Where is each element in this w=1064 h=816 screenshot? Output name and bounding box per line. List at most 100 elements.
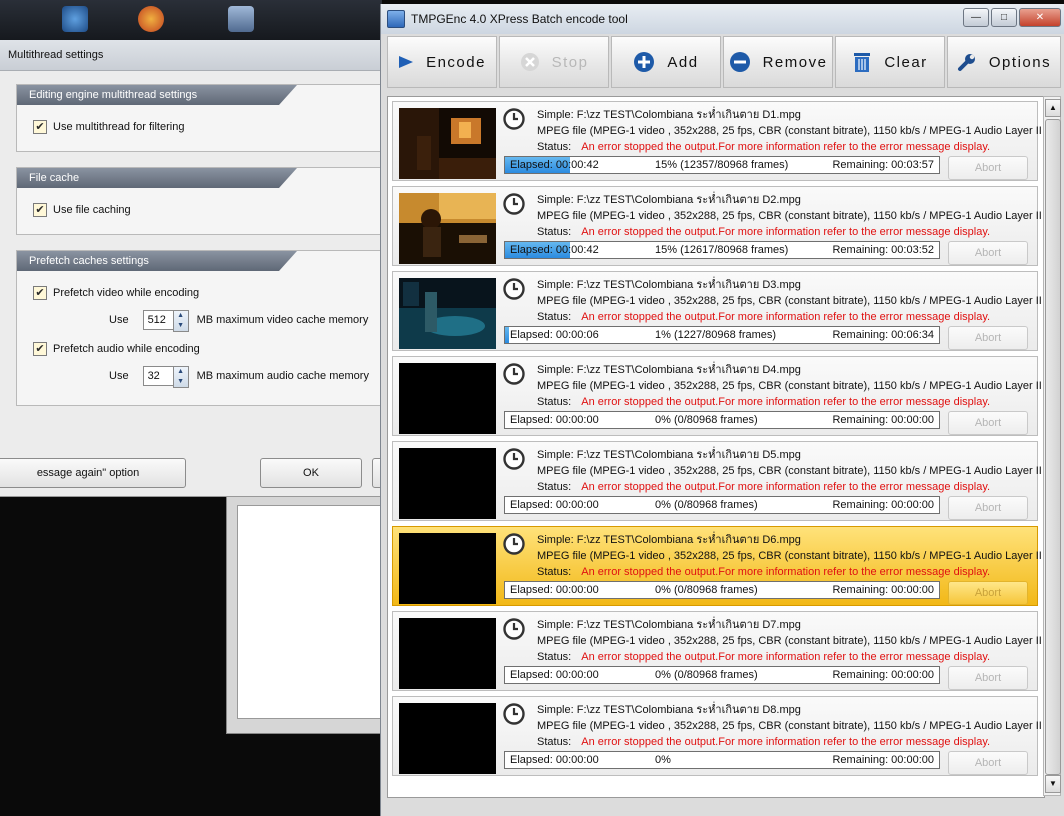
spinner-value[interactable]: 512 <box>148 314 166 326</box>
remove-button[interactable]: Remove <box>723 36 833 88</box>
window-title: TMPGEnc 4.0 XPress Batch encode tool <box>411 12 628 26</box>
job-row[interactable]: Simple: F:\zz TEST\Colombiana ระห่ำเกินต… <box>392 441 1042 521</box>
job-row[interactable]: Simple: F:\zz TEST\Colombiana ระห่ำเกินต… <box>392 696 1042 776</box>
use-file-caching-checkbox[interactable]: Use file caching <box>33 202 131 218</box>
trash-icon <box>852 51 872 73</box>
abort-button[interactable]: Abort <box>948 156 1028 180</box>
elapsed-time: Elapsed: 00:00:00 <box>510 584 599 596</box>
scrollbar-thumb[interactable] <box>1045 119 1061 775</box>
job-row[interactable]: Simple: F:\zz TEST\Colombiana ระห่ำเกินต… <box>392 356 1042 436</box>
job-format-details: MPEG file (MPEG-1 video , 352x288, 25 fp… <box>537 125 1042 137</box>
job-title: Simple: F:\zz TEST\Colombiana ระห่ำเกินต… <box>537 619 801 631</box>
status-message: An error stopped the output.For more inf… <box>581 311 991 323</box>
multithread-settings-dialog: Multithread settings Editing engine mult… <box>0 40 394 497</box>
job-status-line: Status: An error stopped the output.For m… <box>537 139 1037 155</box>
video-cache-spinner[interactable]: 512 ▲ ▼ <box>142 310 189 332</box>
options-button[interactable]: Options <box>947 36 1061 88</box>
clock-icon <box>503 448 525 470</box>
scroll-up-icon[interactable]: ▲ <box>1045 99 1061 117</box>
taskbar-app-icon[interactable] <box>62 6 88 32</box>
abort-button[interactable]: Abort <box>948 496 1028 520</box>
ok-button[interactable]: OK <box>260 458 362 488</box>
job-row[interactable]: Simple: F:\zz TEST\Colombiana ระห่ำเกินต… <box>392 271 1042 351</box>
progress-percent: 0% (0/80968 frames) <box>655 499 758 511</box>
background-window-content <box>237 505 385 719</box>
use-label: Use <box>109 370 129 382</box>
checkbox-checked-icon[interactable] <box>33 286 47 300</box>
scroll-down-icon[interactable]: ▼ <box>1045 775 1061 793</box>
spin-down-icon[interactable]: ▼ <box>174 321 188 331</box>
spinner-buttons[interactable]: ▲ ▼ <box>172 366 189 388</box>
status-label: Status: <box>537 226 572 238</box>
taskbar-app-icon[interactable] <box>228 6 254 32</box>
abort-button[interactable]: Abort <box>948 581 1028 605</box>
video-thumbnail <box>399 533 496 604</box>
job-title: Simple: F:\zz TEST\Colombiana ระห่ำเกินต… <box>537 194 801 206</box>
job-row[interactable]: Simple: F:\zz TEST\Colombiana ระห่ำเกินต… <box>392 186 1042 266</box>
progress-fill <box>505 327 510 343</box>
checkbox-label: Use multithread for filtering <box>53 121 185 133</box>
checkbox-checked-icon[interactable] <box>33 203 47 217</box>
abort-button[interactable]: Abort <box>948 666 1028 690</box>
close-icon[interactable]: ✕ <box>1019 8 1061 27</box>
progress-bar: Elapsed: 00:00:00 0% (0/80968 frames) Rema… <box>504 496 940 514</box>
job-row[interactable]: Simple: F:\zz TEST\Colombiana ระห่ำเกินต… <box>392 101 1042 181</box>
clock-icon <box>503 363 525 385</box>
add-button[interactable]: Add <box>611 36 721 88</box>
remaining-time: Remaining: 00:00:00 <box>832 754 934 766</box>
spin-down-icon[interactable]: ▼ <box>174 377 188 387</box>
job-format-details: MPEG file (MPEG-1 video , 352x288, 25 fp… <box>537 550 1042 562</box>
abort-button[interactable]: Abort <box>948 241 1028 265</box>
job-status-line: Status: An error stopped the output.For m… <box>537 479 1037 495</box>
video-thumbnail <box>399 618 496 689</box>
elapsed-time: Elapsed: 00:00:00 <box>510 499 599 511</box>
remaining-time: Remaining: 00:00:00 <box>832 414 934 426</box>
group-header: Editing engine multithread settings <box>17 85 297 105</box>
job-row[interactable]: Simple: F:\zz TEST\Colombiana ระห่ำเกินต… <box>392 526 1042 606</box>
progress-percent: 15% (12357/80968 frames) <box>655 159 789 171</box>
job-format-details: MPEG file (MPEG-1 video , 352x288, 25 fp… <box>537 635 1042 647</box>
spin-up-icon[interactable]: ▲ <box>174 311 188 321</box>
maximize-icon[interactable]: □ <box>991 8 1017 27</box>
job-format-details: MPEG file (MPEG-1 video , 352x288, 25 fp… <box>537 465 1042 477</box>
window-titlebar: TMPGEnc 4.0 XPress Batch encode tool — □… <box>381 4 1064 34</box>
wrench-icon <box>957 52 977 72</box>
progress-percent: 0% (0/80968 frames) <box>655 414 758 426</box>
button-label: OK <box>303 467 319 479</box>
checkbox-checked-icon[interactable] <box>33 120 47 134</box>
job-row[interactable]: Simple: F:\zz TEST\Colombiana ระห่ำเกินต… <box>392 611 1042 691</box>
job-title: Simple: F:\zz TEST\Colombiana ระห่ำเกินต… <box>537 449 801 461</box>
status-label: Status: <box>537 651 572 663</box>
group-header: File cache <box>17 168 297 188</box>
status-label: Status: <box>537 566 572 578</box>
video-thumbnail <box>399 193 496 264</box>
remaining-time: Remaining: 00:06:34 <box>832 329 934 341</box>
abort-button[interactable]: Abort <box>948 751 1028 775</box>
clock-icon <box>503 193 525 215</box>
audio-cache-spinner[interactable]: 32 ▲ ▼ <box>142 366 189 388</box>
spinner-buttons[interactable]: ▲ ▼ <box>172 310 189 332</box>
taskbar-app-icon[interactable] <box>138 6 164 32</box>
encode-button[interactable]: Encode <box>387 36 497 88</box>
progress-bar: Elapsed: 00:00:00 0% (0/80968 frames) Rema… <box>504 411 940 429</box>
app-icon <box>387 10 405 28</box>
remaining-time: Remaining: 00:03:52 <box>832 244 934 256</box>
batch-job-list[interactable]: Simple: F:\zz TEST\Colombiana ระห่ำเกินต… <box>387 96 1045 798</box>
status-message: An error stopped the output.For more inf… <box>581 566 991 578</box>
message-again-option-button[interactable]: essage again" option <box>0 458 186 488</box>
stop-button[interactable]: Stop <box>499 36 609 88</box>
checkbox-checked-icon[interactable] <box>33 342 47 356</box>
checkbox-label: Use file caching <box>53 204 131 216</box>
use-multithread-checkbox[interactable]: Use multithread for filtering <box>33 119 184 135</box>
abort-button[interactable]: Abort <box>948 411 1028 435</box>
minimize-icon[interactable]: — <box>963 8 989 27</box>
spinner-value[interactable]: 32 <box>148 370 160 382</box>
clear-button[interactable]: Clear <box>835 36 945 88</box>
spin-up-icon[interactable]: ▲ <box>174 367 188 377</box>
vertical-scrollbar[interactable]: ▲ ▼ <box>1043 96 1061 796</box>
prefetch-audio-checkbox[interactable]: Prefetch audio while encoding <box>33 341 200 357</box>
video-thumbnail <box>399 278 496 349</box>
abort-button[interactable]: Abort <box>948 326 1028 350</box>
progress-bar: Elapsed: 00:00:42 15% (12617/80968 frames… <box>504 241 940 259</box>
prefetch-video-checkbox[interactable]: Prefetch video while encoding <box>33 285 199 301</box>
